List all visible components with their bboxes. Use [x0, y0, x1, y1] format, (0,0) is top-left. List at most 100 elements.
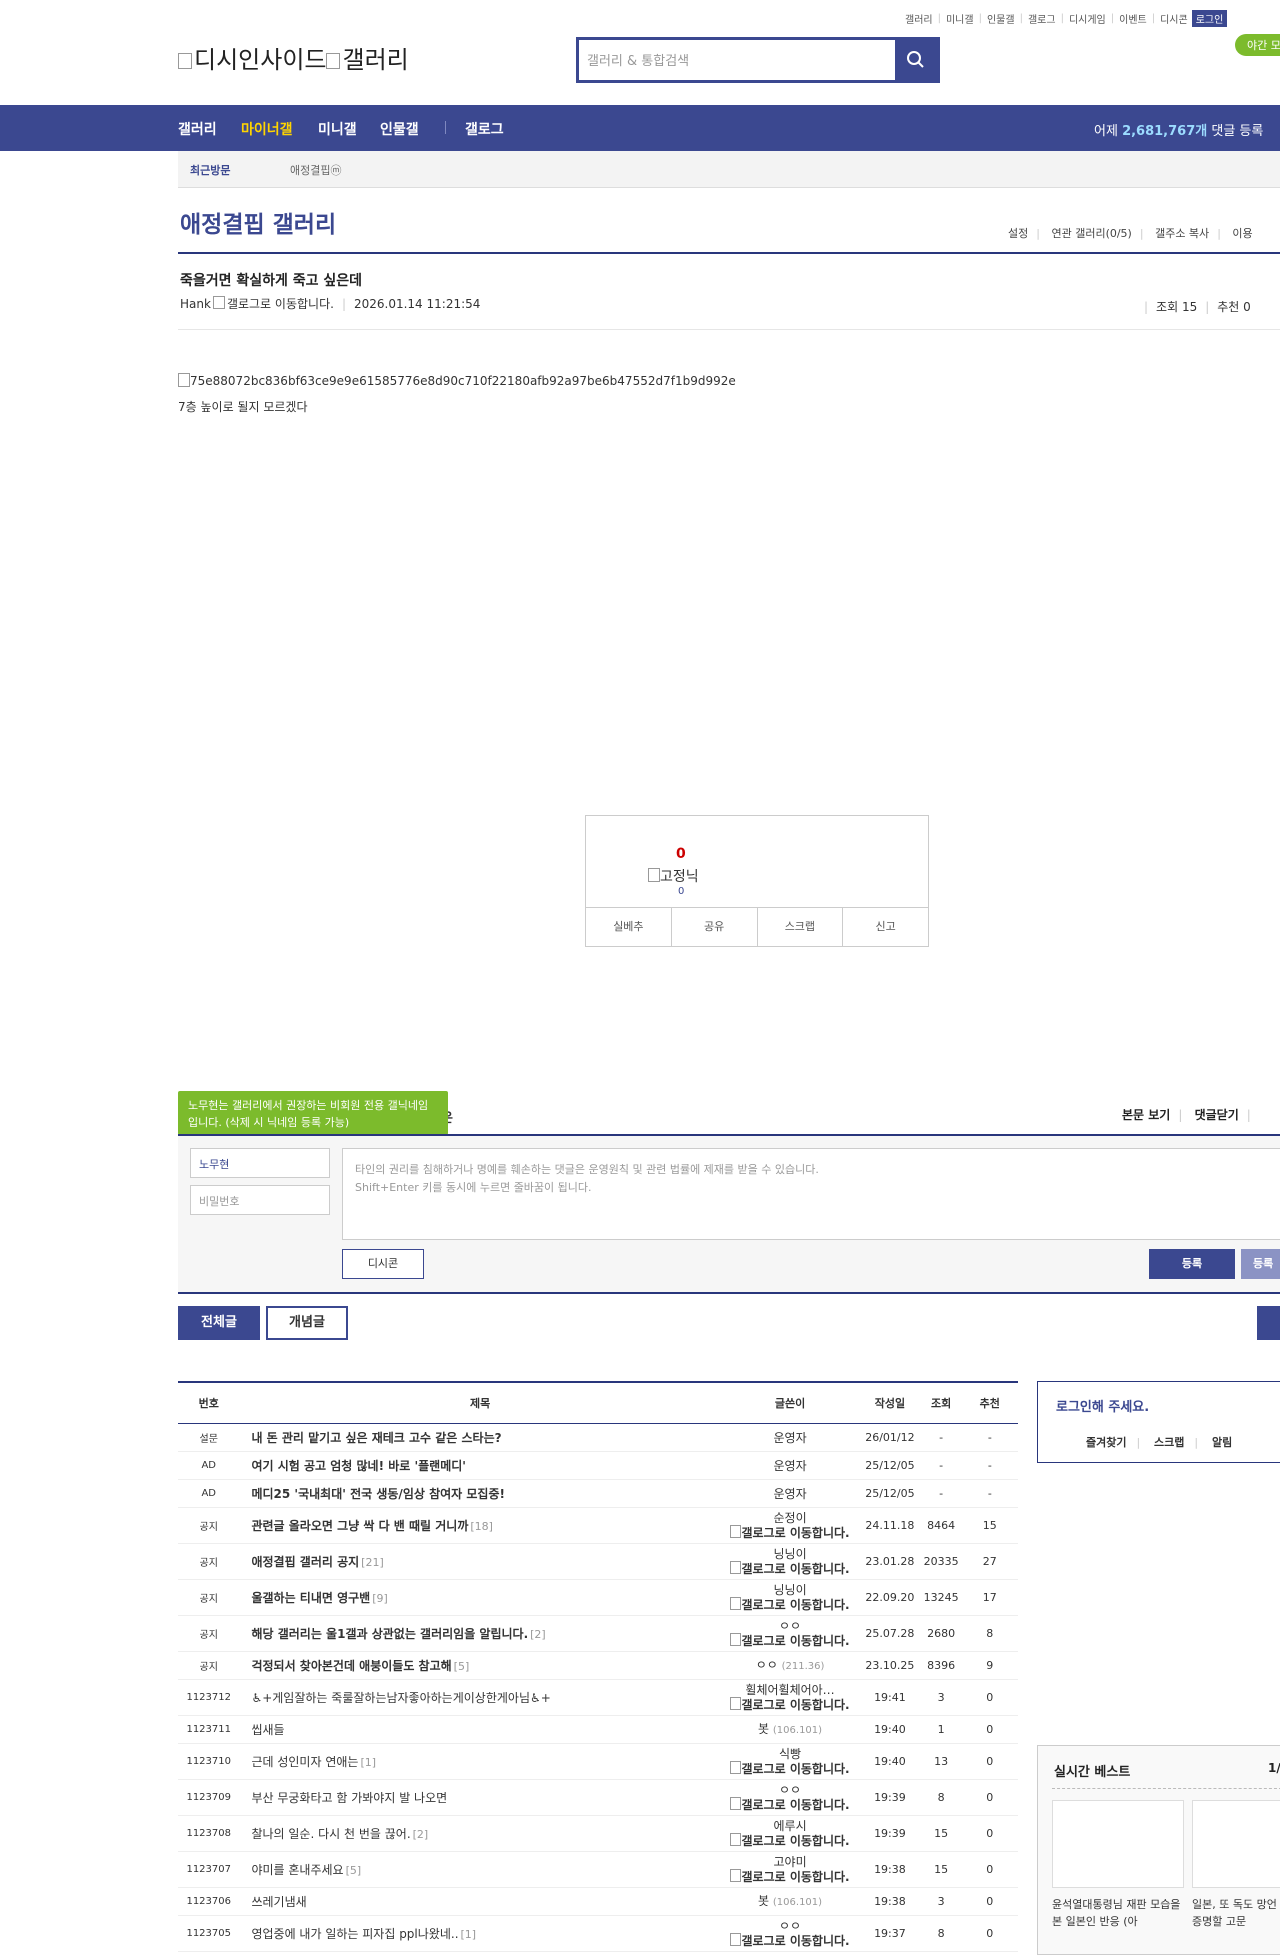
post-subject[interactable]: 내 돈 관리 맡기고 싶은 재테크 고수 같은 스타는? — [239, 1423, 721, 1452]
table-row[interactable]: 1123710 근데 성인미자 연애는 [1] 식빵 갤로그로 이동합니다. 19:40 1… — [178, 1743, 1018, 1780]
search-button[interactable] — [895, 40, 937, 80]
util-link-dccon[interactable]: 디시콘 — [1160, 11, 1188, 26]
reply-count[interactable]: [9] — [372, 1592, 388, 1605]
table-row[interactable]: 공지 애정결핍 갤러리 공지 [21] 닝닝이 갤로그로 이동합니다. 23.01.28 2… — [178, 1543, 1018, 1580]
post-subject[interactable]: 영업중에 내가 일하는 피자집 ppl나왔네.. [1] — [239, 1915, 721, 1952]
login-prompt[interactable]: 로그인해 주세요. — [1056, 1396, 1149, 1415]
post-subject[interactable]: 걱정되서 찾아본건데 애붕이들도 참고해 [5] — [239, 1651, 721, 1680]
post-subject[interactable]: 여기 시험 공고 엄청 많네! 바로 '플랜메디' — [239, 1451, 721, 1480]
writer-name[interactable]: 고야미 — [722, 1855, 858, 1869]
reply-count[interactable]: [1] — [360, 1756, 376, 1769]
best-caption[interactable]: 윤석열대통령님 재판 모습을 본 일본인 반응 (아 — [1052, 1896, 1182, 1930]
util-link-person[interactable]: 인물갤 — [987, 11, 1015, 26]
post-subject[interactable]: 부산 무궁화타고 함 가봐야지 발 나오면 — [239, 1779, 721, 1816]
post-subject[interactable]: 씹새들 — [239, 1715, 721, 1744]
table-row[interactable]: AD 여기 시험 공고 엄청 많네! 바로 '플랜메디' 운영자 25/12/05- - — [178, 1451, 1018, 1480]
gallog-link[interactable]: 갤로그로 이동합니다. — [722, 1561, 858, 1576]
util-link-mini[interactable]: 미니갤 — [946, 11, 974, 26]
post-subject-text[interactable]: 찰나의 일순. 다시 천 번을 끊어. — [251, 1827, 410, 1841]
comment-textarea[interactable]: 타인의 권리를 침해하거나 명예를 훼손하는 댓글은 운영원칙 및 관련 법률에… — [342, 1148, 1280, 1240]
gallery-usage-link[interactable]: 이용 — [1232, 227, 1252, 240]
view-body-link[interactable]: 본문 보기 — [1122, 1108, 1170, 1122]
writer-name[interactable]: ㅇㅇ — [722, 1783, 858, 1797]
table-row[interactable]: 1123712 ♿+게임잘하는 죽룰잘하는남자좋아하는게이상한게아님♿+ 휠체어휠체… — [178, 1679, 1018, 1716]
writer-name[interactable]: 운영자 — [773, 1431, 806, 1445]
favorites-link[interactable]: 즐겨찾기 — [1086, 1436, 1126, 1449]
table-row[interactable]: 1123708 찰나의 일순. 다시 천 번을 끊어. [2] 에루시 갤로그로 이동합… — [178, 1815, 1018, 1852]
gallog-link[interactable]: 갤로그로 이동합니다. — [722, 1761, 858, 1776]
scrap-button[interactable]: 스크랩 — [758, 908, 844, 946]
write-button[interactable] — [1257, 1306, 1280, 1340]
post-subject[interactable]: 야미를 혼내주세요 [5] — [239, 1851, 721, 1888]
best-thumbnail[interactable] — [1052, 1800, 1184, 1888]
reply-count[interactable]: [2] — [413, 1828, 429, 1841]
dccon-button[interactable]: 디시콘 — [342, 1249, 424, 1279]
gallog-icon[interactable] — [212, 296, 225, 309]
nickname-field[interactable]: 노무현 — [190, 1148, 330, 1178]
gallery-settings-link[interactable]: 설정 — [1008, 227, 1028, 240]
table-row[interactable]: 공지 걱정되서 찾아본건데 애붕이들도 참고해 [5] ㅇㅇ (211.36) 23.1… — [178, 1651, 1018, 1680]
writer-name[interactable]: ㅇㅇ — [756, 1658, 778, 1672]
post-subject[interactable]: 찰나의 일순. 다시 천 번을 끊어. [2] — [239, 1815, 721, 1852]
gallog-alt[interactable]: 갤로그로 이동합니다. — [227, 297, 334, 311]
post-subject[interactable]: 쓰레기냄새 — [239, 1887, 721, 1916]
post-subject-text[interactable]: 영업중에 내가 일하는 피자집 ppl나왔네.. — [251, 1927, 458, 1941]
post-subject-text[interactable]: 애정결핍 갤러리 공지 — [251, 1555, 359, 1569]
gallog-link[interactable]: 갤로그로 이동합니다. — [722, 1869, 858, 1884]
table-row[interactable]: 공지 울갤하는 티내면 영구밴 [9] 닝닝이 갤로그로 이동합니다. 22.09.20 1… — [178, 1579, 1018, 1616]
silbe-recommend-button[interactable]: 실베추 — [586, 908, 672, 946]
tab-all-posts[interactable]: 전체글 — [178, 1306, 260, 1340]
notification-link[interactable]: 알림 — [1212, 1436, 1232, 1449]
gallog-link[interactable]: 갤로그로 이동합니다. — [722, 1833, 858, 1848]
post-subject[interactable]: 울갤하는 티내면 영구밴 [9] — [239, 1579, 721, 1616]
nav-gallery[interactable]: 갤러리 — [178, 119, 217, 139]
post-subject[interactable]: 해당 갤러리는 울1갤과 상관없는 갤러리임을 알립니다. [2] — [239, 1615, 721, 1652]
post-subject-text[interactable]: 여기 시험 공고 엄청 많네! 바로 '플랜메디' — [251, 1459, 466, 1473]
fixnick-recommend[interactable]: 고정닉 — [648, 866, 699, 886]
reply-count[interactable]: [2] — [530, 1628, 546, 1641]
password-field[interactable]: 비밀번호 — [190, 1185, 330, 1215]
gallog-link[interactable]: 갤로그로 이동합니다. — [722, 1633, 858, 1648]
reply-count[interactable]: [5] — [346, 1864, 362, 1877]
reply-count[interactable]: [18] — [470, 1520, 493, 1533]
table-row[interactable]: 1123709 부산 무궁화타고 함 가봐야지 발 나오면 ㅇㅇ 갤로그로 이동합니다… — [178, 1779, 1018, 1816]
gallog-link[interactable]: 갤로그로 이동합니다. — [722, 1597, 858, 1612]
writer-name[interactable]: 운영자 — [773, 1459, 806, 1473]
nav-mini-gallery[interactable]: 미니갤 — [318, 119, 357, 139]
reply-count[interactable]: [1] — [461, 1928, 477, 1941]
post-subject-text[interactable]: 관련글 올라오면 그냥 싹 다 밴 때릴 거니까 — [251, 1519, 468, 1533]
best-caption[interactable]: 일본, 또 독도 망언 일본 땅 증명할 고문 — [1192, 1896, 1280, 1930]
writer-name[interactable]: 운영자 — [773, 1487, 806, 1501]
post-subject-text[interactable]: 걱정되서 찾아본건데 애붕이들도 참고해 — [251, 1659, 451, 1673]
recent-visit-label[interactable]: 최근방문 — [190, 162, 230, 178]
writer-name[interactable]: ㅇㅇ — [722, 1919, 858, 1933]
site-logo[interactable]: 디시인사이드 갤러리 — [178, 40, 409, 75]
writer-name[interactable]: 봇 — [758, 1722, 769, 1736]
night-mode-button[interactable]: 야간 모드 — [1235, 34, 1280, 56]
gallog-link[interactable]: 갤로그로 이동합니다. — [722, 1525, 858, 1540]
login-button[interactable]: 로그인 — [1191, 10, 1228, 27]
writer-name[interactable]: 봇 — [758, 1894, 769, 1908]
gallog-link[interactable]: 갤로그로 이동합니다. — [722, 1697, 858, 1712]
post-subject-text[interactable]: 쓰레기냄새 — [251, 1895, 306, 1909]
post-subject[interactable]: ♿+게임잘하는 죽룰잘하는남자좋아하는게이상한게아님♿+ — [239, 1679, 721, 1716]
post-subject-text[interactable]: 울갤하는 티내면 영구밴 — [251, 1591, 370, 1605]
writer-name[interactable]: 에루시 — [722, 1819, 858, 1833]
post-subject-text[interactable]: 씹새들 — [251, 1723, 284, 1737]
nav-person-gallery[interactable]: 인물갤 — [380, 119, 419, 139]
writer-name[interactable]: 식빵 — [722, 1747, 858, 1761]
best-thumbnail[interactable] — [1192, 1800, 1280, 1888]
table-row[interactable]: 1123711 씹새들 봇 (106.101) 19:40 1 0 — [178, 1715, 1018, 1744]
gallog-link[interactable]: 갤로그로 이동합니다. — [722, 1933, 858, 1948]
util-link-dcgame[interactable]: 디시게임 — [1069, 11, 1106, 26]
util-link-gallery[interactable]: 갤러리 — [905, 11, 933, 26]
post-subject-text[interactable]: 내 돈 관리 맡기고 싶은 재테크 고수 같은 스타는? — [251, 1431, 501, 1445]
reply-count[interactable]: [5] — [454, 1660, 470, 1673]
post-subject-text[interactable]: 부산 무궁화타고 함 가봐야지 발 나오면 — [251, 1791, 447, 1805]
close-comments-link[interactable]: 댓글닫기 — [1195, 1108, 1239, 1122]
reply-count[interactable]: [21] — [361, 1556, 384, 1569]
post-subject-text[interactable]: ♿+게임잘하는 죽룰잘하는남자좋아하는게이상한게아님♿+ — [251, 1691, 550, 1705]
gallog-link[interactable]: 갤로그로 이동합니다. — [722, 1797, 858, 1812]
table-row[interactable]: 1123707 야미를 혼내주세요 [5] 고야미 갤로그로 이동합니다. 19:38 15… — [178, 1851, 1018, 1888]
table-row[interactable]: AD 메디25 '국내최대' 전국 생동/임상 참여자 모집중! 운영자 25/12/… — [178, 1479, 1018, 1508]
